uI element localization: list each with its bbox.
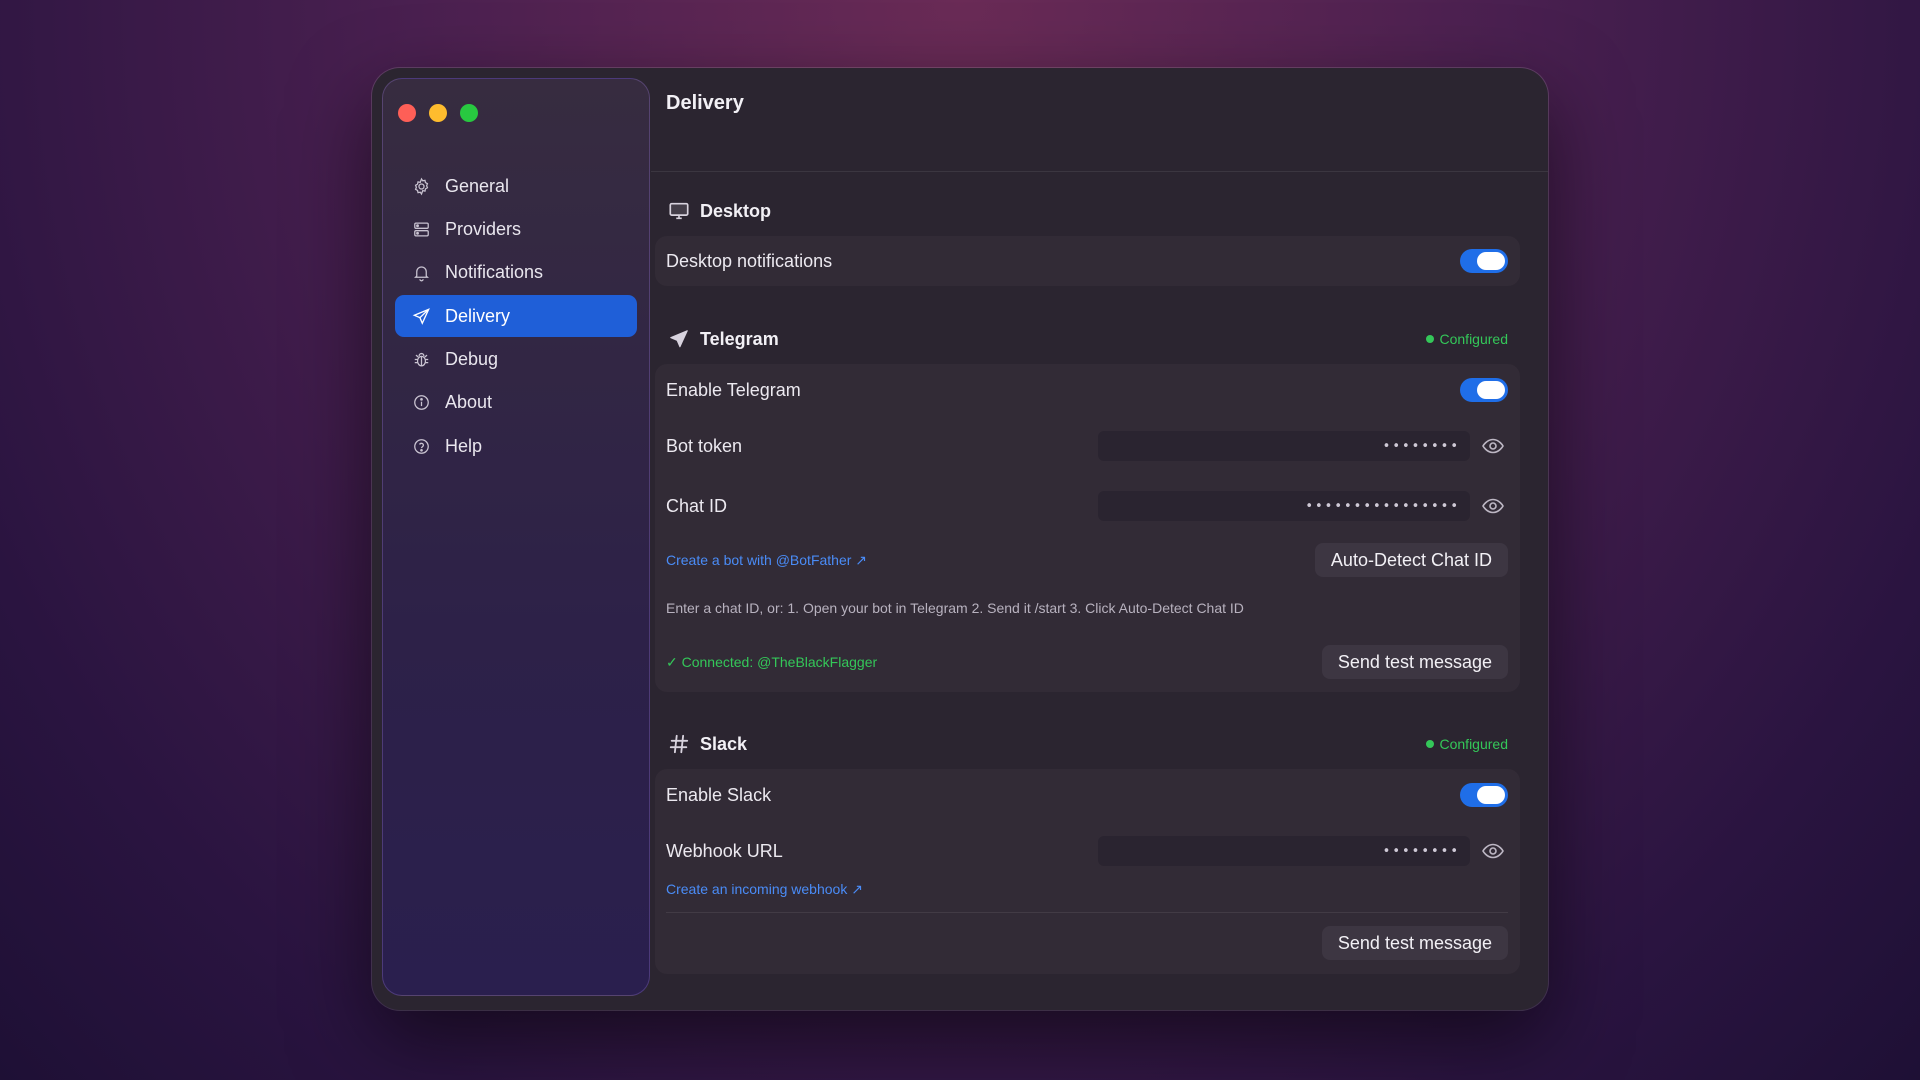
botfather-link[interactable]: Create a bot with @BotFather ↗ xyxy=(666,552,867,569)
slack-card: Enable Slack Webhook URL •••••••• Create… xyxy=(655,769,1520,974)
chat-id-row: Chat ID •••••••••••••••• xyxy=(655,476,1520,536)
create-webhook-link[interactable]: Create an incoming webhook ↗ xyxy=(666,881,863,898)
row-label: Bot token xyxy=(666,435,743,456)
settings-window: General Providers Notifications Delivery xyxy=(372,68,1548,1010)
enable-slack-row: Enable Slack xyxy=(655,769,1520,821)
toggle-knob xyxy=(1477,252,1505,270)
sidebar: General Providers Notifications Delivery xyxy=(382,78,650,996)
row-label: Enable Slack xyxy=(666,784,772,805)
slack-status-badge: Configured xyxy=(1425,736,1509,752)
chat-id-hint: Enter a chat ID, or: 1. Open your bot in… xyxy=(666,600,1244,616)
sidebar-item-notifications[interactable]: Notifications xyxy=(395,252,637,294)
telegram-section-header: Telegram Configured xyxy=(666,324,1508,354)
bot-token-field-group: •••••••• xyxy=(1098,431,1508,461)
enable-telegram-row: Enable Telegram xyxy=(655,364,1520,416)
sidebar-item-providers[interactable]: Providers xyxy=(395,208,637,250)
webhook-url-field[interactable]: •••••••• xyxy=(1098,836,1470,866)
reveal-chat-id-eye-icon[interactable] xyxy=(1478,494,1508,518)
server-icon xyxy=(411,219,431,239)
telegram-card: Enable Telegram Bot token •••••••• Chat … xyxy=(655,364,1520,692)
sidebar-item-label: Notifications xyxy=(445,262,544,283)
sidebar-item-delivery[interactable]: Delivery xyxy=(395,295,637,338)
webhook-link-row: Create an incoming webhook ↗ xyxy=(655,877,1520,901)
enable-telegram-toggle[interactable] xyxy=(1460,378,1508,402)
auto-detect-chat-id-button[interactable]: Auto-Detect Chat ID xyxy=(1314,543,1508,577)
webhook-url-row: Webhook URL •••••••• xyxy=(655,821,1520,881)
desktop-notifications-row: Desktop notifications xyxy=(655,236,1520,286)
paper-plane-icon xyxy=(666,326,692,352)
desktop-card: Desktop notifications xyxy=(655,236,1520,286)
telegram-hint-row: Enter a chat ID, or: 1. Open your bot in… xyxy=(655,584,1520,632)
row-label: Desktop notifications xyxy=(666,250,833,271)
status-dot xyxy=(1425,335,1434,343)
reveal-webhook-eye-icon[interactable] xyxy=(1478,839,1508,863)
botfather-row: Create a bot with @BotFather ↗ Auto-Dete… xyxy=(655,536,1520,584)
chat-id-field[interactable]: •••••••••••••••• xyxy=(1098,491,1470,521)
status-text: Configured xyxy=(1439,331,1509,347)
sidebar-item-label: About xyxy=(445,392,493,413)
sidebar-nav: General Providers Notifications Delivery xyxy=(395,165,637,469)
sidebar-item-label: General xyxy=(445,175,510,196)
enable-slack-toggle[interactable] xyxy=(1460,783,1508,807)
minimize-window-button[interactable] xyxy=(429,104,447,122)
slack-section-header: Slack Configured xyxy=(666,729,1508,759)
toggle-knob xyxy=(1477,786,1505,804)
sidebar-item-about[interactable]: About xyxy=(395,382,637,424)
desktop-notifications-toggle[interactable] xyxy=(1460,249,1508,273)
desktop-section-header: Desktop xyxy=(666,196,1508,226)
slack-test-row: Send test message xyxy=(655,913,1520,973)
bug-icon xyxy=(411,350,431,370)
section-title: Slack xyxy=(700,733,748,754)
sidebar-item-label: Help xyxy=(445,435,483,456)
sidebar-item-general[interactable]: General xyxy=(395,165,637,207)
row-label: Webhook URL xyxy=(666,840,783,861)
telegram-status-badge: Configured xyxy=(1425,331,1509,347)
telegram-connection-row: ✓ Connected: @TheBlackFlagger Send test … xyxy=(655,632,1520,692)
paper-plane-icon xyxy=(411,306,431,326)
section-title: Desktop xyxy=(700,200,772,221)
row-label: Enable Telegram xyxy=(666,379,801,400)
info-icon xyxy=(411,393,431,413)
bell-icon xyxy=(411,263,431,283)
sidebar-item-label: Providers xyxy=(445,218,522,239)
window-controls xyxy=(398,104,478,122)
telegram-send-test-button[interactable]: Send test message xyxy=(1321,645,1508,679)
hashtag-icon xyxy=(666,731,692,757)
sidebar-item-help[interactable]: Help xyxy=(395,425,637,467)
section-title: Telegram xyxy=(700,328,779,349)
row-label: Chat ID xyxy=(666,495,728,516)
bot-token-field[interactable]: •••••••• xyxy=(1098,431,1470,461)
reveal-bot-token-eye-icon[interactable] xyxy=(1478,434,1508,458)
status-text: Configured xyxy=(1439,736,1509,752)
chat-id-field-group: •••••••••••••••• xyxy=(1098,491,1508,521)
status-dot xyxy=(1425,740,1434,748)
connected-status-text: ✓ Connected: @TheBlackFlagger xyxy=(666,653,878,670)
slack-send-test-button[interactable]: Send test message xyxy=(1321,926,1508,960)
question-icon xyxy=(411,436,431,456)
gear-icon xyxy=(411,176,431,196)
main-pane: Delivery Desktop Desktop notifications T… xyxy=(651,68,1548,1010)
sidebar-item-label: Debug xyxy=(445,349,499,370)
monitor-icon xyxy=(666,198,692,224)
webhook-field-group: •••••••• xyxy=(1098,836,1508,866)
page-title: Delivery xyxy=(666,92,744,114)
close-window-button[interactable] xyxy=(398,104,416,122)
titlebar: Delivery xyxy=(651,68,1548,172)
toggle-knob xyxy=(1477,381,1505,399)
sidebar-item-debug[interactable]: Debug xyxy=(395,339,637,381)
sidebar-item-label: Delivery xyxy=(445,305,511,326)
bot-token-row: Bot token •••••••• xyxy=(655,416,1520,476)
zoom-window-button[interactable] xyxy=(460,104,478,122)
